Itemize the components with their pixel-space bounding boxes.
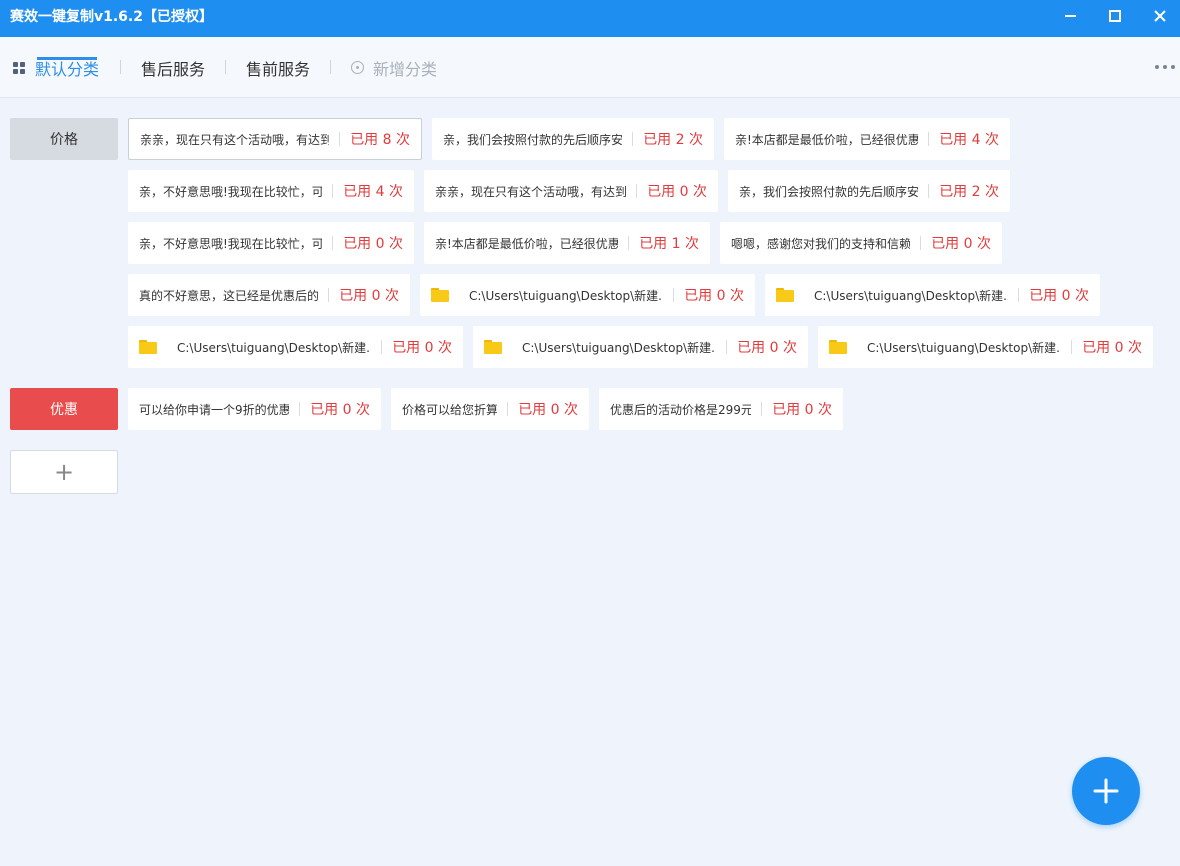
use-count: 已用 8 次 <box>350 132 410 148</box>
use-count: 已用 0 次 <box>772 402 832 418</box>
folder-icon <box>484 340 502 354</box>
close-button[interactable] <box>1138 0 1180 32</box>
use-count: 已用 0 次 <box>343 236 403 252</box>
file-item[interactable]: C:\Users\tuiguang\Desktop\新建... 已用 0 次 <box>765 274 1100 316</box>
file-item[interactable]: C:\Users\tuiguang\Desktop\新建... 已用 0 次 <box>128 326 463 368</box>
use-count: 已用 0 次 <box>392 340 452 356</box>
use-count: 已用 0 次 <box>1082 340 1142 356</box>
phrase-item[interactable]: 亲!本店都是最低价啦，已经很优惠 已用 4 次 <box>724 118 1010 160</box>
folder-icon <box>431 288 449 302</box>
file-path: C:\Users\tuiguang\Desktop\新建... <box>522 340 717 355</box>
phrase-item[interactable]: 亲亲，现在只有这个活动哦，有达到 已用 0 次 <box>424 170 718 212</box>
folder-icon <box>776 288 794 302</box>
file-path: C:\Users\tuiguang\Desktop\新建... <box>177 340 372 355</box>
use-count: 已用 0 次 <box>737 340 797 356</box>
phrase-text: 亲，我们会按照付款的先后顺序安 <box>443 132 623 147</box>
tab-divider <box>120 60 121 74</box>
phrase-text: 嗯嗯，感谢您对我们的支持和信赖 <box>731 236 911 251</box>
tab-divider <box>330 60 331 74</box>
add-category-button[interactable]: + <box>10 450 118 494</box>
phrase-item[interactable]: 可以给你申请一个9折的优惠 已用 0 次 <box>128 388 381 430</box>
close-icon <box>1154 10 1166 22</box>
phrase-text: 亲，我们会按照付款的先后顺序安 <box>739 184 919 199</box>
file-item[interactable]: C:\Users\tuiguang\Desktop\新建... 已用 0 次 <box>420 274 755 316</box>
phrase-item[interactable]: 亲，不好意思哦!我现在比较忙，可 已用 0 次 <box>128 222 414 264</box>
category-price[interactable]: 价格 <box>10 118 118 160</box>
phrase-item[interactable]: 亲，不好意思哦!我现在比较忙，可 已用 4 次 <box>128 170 414 212</box>
phrase-text: 亲，不好意思哦!我现在比较忙，可 <box>139 184 323 199</box>
tab-add-category[interactable]: 新增分类 <box>373 37 437 98</box>
phrase-text: 亲亲，现在只有这个活动哦，有达到 <box>435 184 627 199</box>
add-phrase-button[interactable] <box>1072 757 1140 825</box>
minimize-icon <box>1064 15 1076 17</box>
phrase-text: 亲，不好意思哦!我现在比较忙，可 <box>139 236 323 251</box>
use-count: 已用 4 次 <box>939 132 999 148</box>
file-path: C:\Users\tuiguang\Desktop\新建... <box>469 288 664 303</box>
tab-pre-sales[interactable]: 售前服务 <box>246 37 310 98</box>
more-icon[interactable] <box>1155 65 1175 69</box>
maximize-button[interactable] <box>1093 0 1137 32</box>
folder-icon <box>829 340 847 354</box>
add-circle-icon <box>351 61 364 74</box>
use-count: 已用 0 次 <box>1029 288 1089 304</box>
file-path: C:\Users\tuiguang\Desktop\新建... <box>814 288 1009 303</box>
file-item[interactable]: C:\Users\tuiguang\Desktop\新建... 已用 0 次 <box>818 326 1153 368</box>
use-count: 已用 0 次 <box>518 402 578 418</box>
phrase-text: 亲!本店都是最低价啦，已经很优惠 <box>435 236 619 251</box>
phrase-item[interactable]: 亲亲，现在只有这个活动哦，有达到 已用 8 次 <box>128 118 422 160</box>
use-count: 已用 2 次 <box>643 132 703 148</box>
use-count: 已用 2 次 <box>939 184 999 200</box>
use-count: 已用 0 次 <box>684 288 744 304</box>
folder-icon <box>139 340 157 354</box>
maximize-icon <box>1109 10 1121 22</box>
category-discount[interactable]: 优惠 <box>10 388 118 430</box>
phrase-item[interactable]: 亲!本店都是最低价啦，已经很优惠 已用 1 次 <box>424 222 710 264</box>
active-tab-indicator <box>37 57 97 60</box>
tab-default-category[interactable]: 默认分类 <box>35 37 99 98</box>
grid-icon <box>13 62 25 74</box>
title-bar: 赛效一键复制v1.6.2【已授权】 <box>0 0 1180 37</box>
phrase-text: 真的不好意思，这已经是优惠后的 <box>139 288 319 303</box>
window-title: 赛效一键复制v1.6.2【已授权】 <box>10 9 213 25</box>
plus-icon <box>1093 778 1119 804</box>
tab-divider <box>225 60 226 74</box>
tab-after-sales[interactable]: 售后服务 <box>141 37 205 98</box>
phrase-text: 优惠后的活动价格是299元 <box>610 402 752 417</box>
phrase-text: 亲亲，现在只有这个活动哦，有达到 <box>140 132 330 147</box>
phrase-item[interactable]: 优惠后的活动价格是299元 已用 0 次 <box>599 388 843 430</box>
use-count: 已用 0 次 <box>310 402 370 418</box>
phrase-item[interactable]: 真的不好意思，这已经是优惠后的 已用 0 次 <box>128 274 410 316</box>
file-item[interactable]: C:\Users\tuiguang\Desktop\新建... 已用 0 次 <box>473 326 808 368</box>
use-count: 已用 0 次 <box>931 236 991 252</box>
phrase-text: 亲!本店都是最低价啦，已经很优惠 <box>735 132 919 147</box>
phrase-item[interactable]: 价格可以给您折算 已用 0 次 <box>391 388 589 430</box>
use-count: 已用 1 次 <box>639 236 699 252</box>
phrase-item[interactable]: 亲，我们会按照付款的先后顺序安 已用 2 次 <box>728 170 1010 212</box>
phrase-item[interactable]: 亲，我们会按照付款的先后顺序安 已用 2 次 <box>432 118 714 160</box>
phrase-item[interactable]: 嗯嗯，感谢您对我们的支持和信赖 已用 0 次 <box>720 222 1002 264</box>
use-count: 已用 0 次 <box>647 184 707 200</box>
phrase-text: 价格可以给您折算 <box>402 402 498 417</box>
phrase-text: 可以给你申请一个9折的优惠 <box>139 402 290 417</box>
use-count: 已用 4 次 <box>343 184 403 200</box>
minimize-button[interactable] <box>1048 0 1092 32</box>
file-path: C:\Users\tuiguang\Desktop\新建... <box>867 340 1062 355</box>
use-count: 已用 0 次 <box>339 288 399 304</box>
